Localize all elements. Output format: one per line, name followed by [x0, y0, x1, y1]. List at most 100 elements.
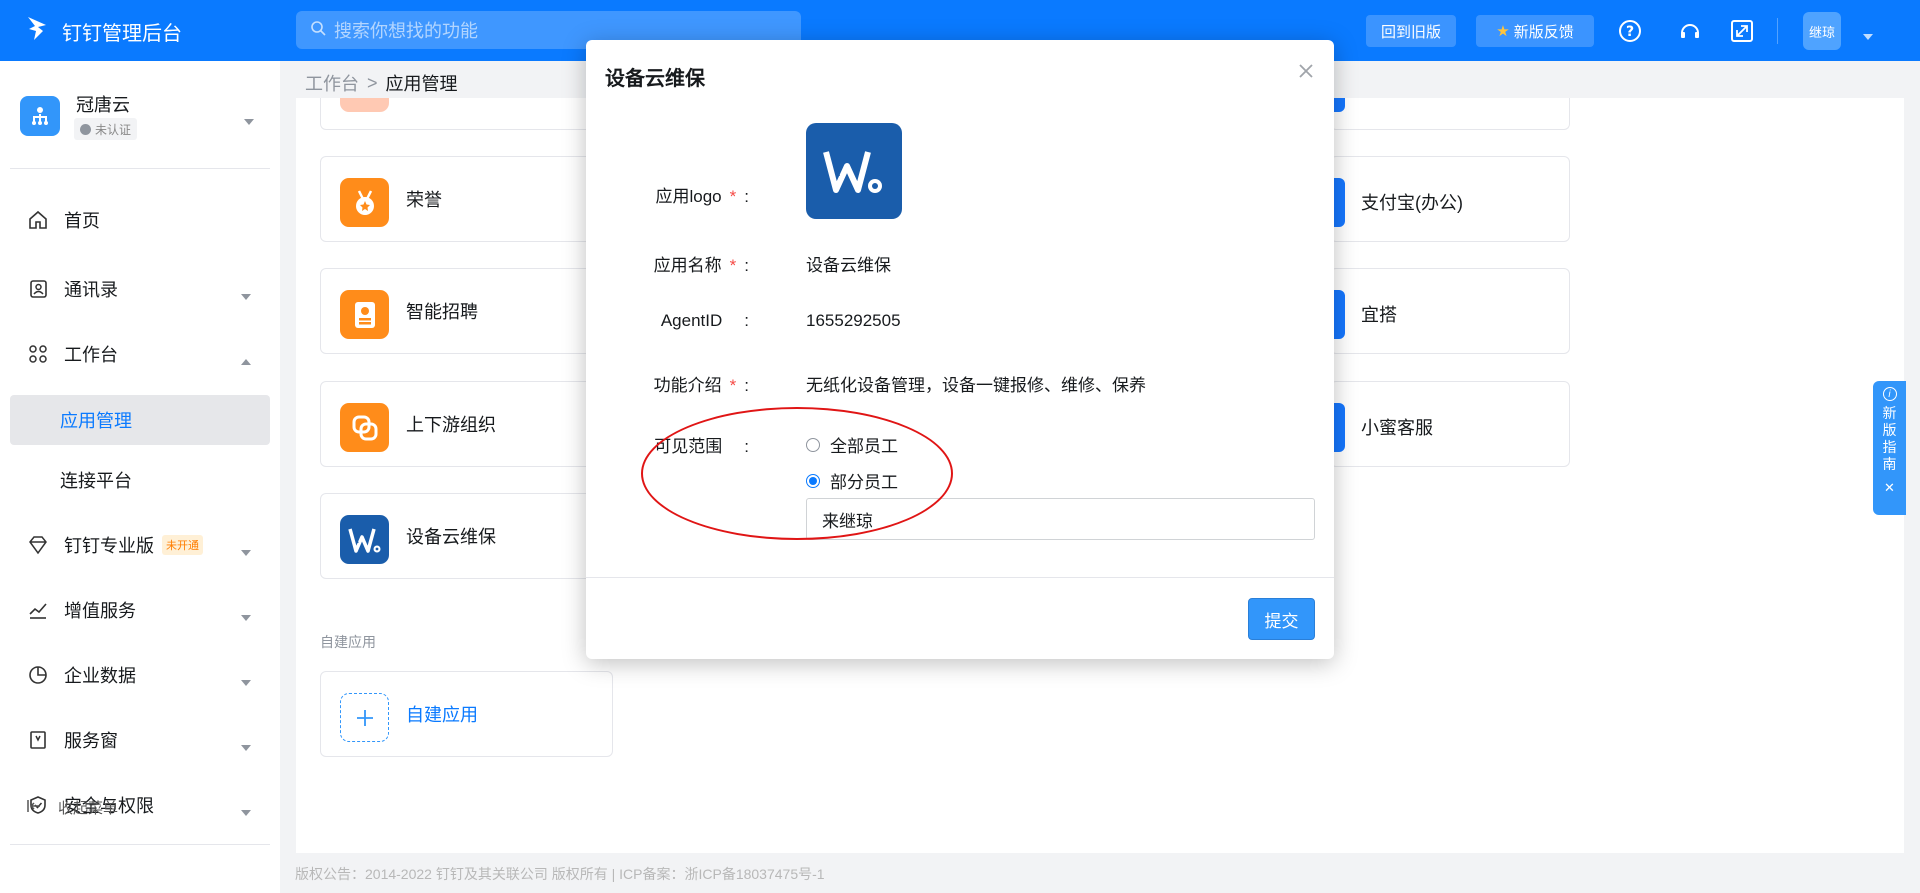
chevron-down-icon — [240, 736, 252, 757]
app-icon-partial — [340, 98, 389, 112]
nav-app-manage[interactable]: 应用管理 — [10, 395, 270, 445]
home-icon — [26, 208, 50, 232]
nav-service-window[interactable]: 服务窗 — [10, 716, 270, 764]
label-colon: : — [744, 256, 749, 275]
brand-title: 钉钉管理后台 — [62, 22, 182, 45]
footer-copyright: 版权公告：2014-2022 钉钉及其关联公司 版权所有 | ICP备案：浙IC… — [295, 866, 825, 882]
app-name: 小蜜客服 — [1361, 418, 1433, 438]
chevron-down-icon — [240, 285, 252, 306]
resume-icon — [340, 290, 389, 339]
nav-contacts[interactable]: 通讯录 — [10, 265, 270, 313]
breadcrumb-root[interactable]: 工作台 — [305, 70, 359, 96]
app-name: 智能招聘 — [406, 302, 478, 322]
info-dot-icon — [80, 123, 91, 135]
guide-char: 南 — [1882, 456, 1897, 472]
nav-workbench[interactable]: 工作台 — [10, 330, 270, 378]
app-card-partial[interactable] — [1330, 98, 1570, 130]
nav-pro[interactable]: 钉钉专业版 未开通 — [10, 521, 270, 569]
app-logo-upload[interactable] — [806, 123, 902, 219]
plus-icon — [340, 693, 389, 742]
app-name: 上下游组织 — [406, 415, 496, 435]
logo-label-text: 应用logo — [655, 187, 722, 206]
add-custom-app-button[interactable]: 自建应用 — [320, 671, 613, 757]
required-mark: * — [729, 187, 737, 206]
required-mark: * — [729, 256, 737, 275]
app-card[interactable]: 荣誉 — [320, 156, 613, 242]
trend-icon — [26, 598, 50, 622]
certification-badge-label: 未认证 — [95, 122, 132, 137]
app-card[interactable]: 设备云维保 — [320, 493, 613, 579]
nav-connect-platform[interactable]: 连接平台 — [10, 455, 270, 505]
chevron-down-icon — [240, 541, 252, 562]
contacts-icon — [26, 277, 50, 301]
label-colon: : — [744, 187, 749, 206]
diamond-icon — [26, 533, 50, 557]
app-name-value: 设备云维保 — [806, 256, 891, 275]
certification-badge: 未认证 — [74, 118, 138, 140]
nav-home-label: 首页 — [64, 211, 100, 231]
w-logo-icon — [340, 515, 389, 564]
avatar[interactable]: 继琼 — [1803, 12, 1841, 50]
org-switcher[interactable]: 冠唐云 未认证 — [20, 91, 260, 151]
name-label: 应用名称 *: — [586, 251, 749, 276]
headset-icon[interactable] — [1677, 18, 1703, 44]
topbar-divider — [1777, 18, 1778, 44]
org-name: 冠唐云 — [76, 95, 130, 115]
sidebar: 冠唐云 未认证 首页 通讯录 工作台 应用管理 连接平台 钉钉专业版 未开通 增… — [0, 61, 280, 893]
annotation-ellipse — [641, 407, 953, 540]
app-card[interactable]: 宜搭 — [1330, 268, 1570, 354]
nav-enterprise-data[interactable]: 企业数据 — [10, 651, 270, 699]
feedback-button[interactable]: ★ 新版反馈 — [1476, 15, 1594, 47]
nav-value-added[interactable]: 增值服务 — [10, 586, 270, 634]
close-icon[interactable]: ✕ — [1884, 479, 1895, 496]
divider — [10, 168, 270, 169]
agentid-value: 1655292505 — [806, 311, 901, 330]
close-icon[interactable] — [1293, 58, 1319, 84]
svg-text:?: ? — [1626, 24, 1634, 40]
back-old-version-button[interactable]: 回到旧版 — [1366, 15, 1456, 47]
org-logo-icon — [20, 96, 60, 136]
agentid-label-text: AgentID — [660, 311, 723, 330]
brand[interactable]: 钉钉管理后台 — [26, 14, 182, 48]
pro-status-tag: 未开通 — [162, 535, 203, 555]
nav-pro-label: 钉钉专业版 — [64, 536, 154, 556]
nav-value-added-label: 增值服务 — [64, 601, 136, 621]
app-card-partial[interactable] — [320, 98, 613, 130]
modal-divider — [586, 577, 1334, 578]
apps-grid-icon — [26, 342, 50, 366]
app-card[interactable]: 小蜜客服 — [1330, 381, 1570, 467]
app-card[interactable]: 智能招聘 — [320, 268, 613, 354]
description-label: 功能介绍 *: — [586, 371, 749, 396]
collapse-icon — [26, 798, 42, 818]
label-colon: : — [744, 376, 749, 395]
chevron-down-icon[interactable] — [243, 111, 255, 131]
chevron-down-icon — [240, 801, 252, 822]
add-custom-app-label: 自建应用 — [406, 705, 478, 725]
description-label-text: 功能介绍 — [653, 376, 722, 395]
pie-chart-icon — [26, 663, 50, 687]
guide-char: 新 — [1882, 405, 1897, 421]
guide-char: 版 — [1882, 422, 1897, 438]
app-card[interactable]: 上下游组织 — [320, 381, 613, 467]
medal-icon — [340, 178, 389, 227]
collapse-menu-button[interactable]: 收起菜单 — [26, 797, 118, 818]
submit-button[interactable]: 提交 — [1248, 598, 1315, 640]
star-icon: ★ — [1496, 23, 1510, 40]
chevron-down-icon[interactable] — [1862, 26, 1874, 46]
nav-home[interactable]: 首页 — [10, 196, 270, 244]
dingtalk-logo-icon — [26, 15, 62, 47]
nav-service-window-label: 服务窗 — [64, 731, 118, 751]
guide-char: 指 — [1882, 439, 1897, 455]
logo-label: 应用logo *: — [586, 182, 750, 207]
new-version-guide-tab[interactable]: i 新 版 指 南 ✕ — [1873, 381, 1906, 515]
app-name: 荣誉 — [406, 190, 442, 210]
label-colon: : — [744, 311, 749, 330]
modal-title: 设备云维保 — [605, 68, 705, 90]
nav-contacts-label: 通讯录 — [64, 280, 118, 300]
chevron-down-icon — [240, 606, 252, 627]
help-icon[interactable]: ? — [1617, 18, 1643, 44]
app-card[interactable]: 支付宝(办公) — [1330, 156, 1570, 242]
chevron-down-icon — [240, 671, 252, 692]
fullscreen-icon[interactable] — [1729, 18, 1755, 44]
app-name: 支付宝(办公) — [1361, 193, 1463, 213]
